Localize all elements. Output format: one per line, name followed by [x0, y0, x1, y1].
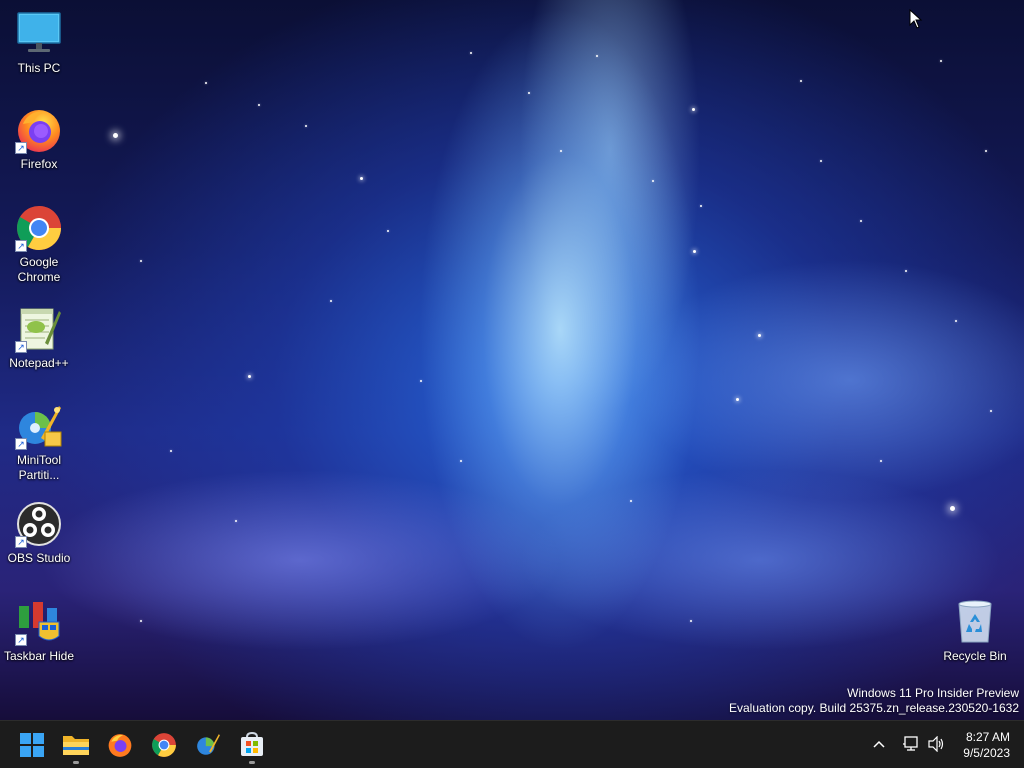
shortcut-arrow-icon: ↗ — [15, 240, 27, 252]
obs-studio-icon: ↗ — [15, 500, 63, 548]
running-indicator — [73, 761, 79, 764]
star — [140, 620, 142, 622]
star — [955, 320, 957, 322]
folder-icon — [63, 736, 89, 755]
star — [652, 180, 654, 182]
star — [528, 92, 530, 94]
firefox-icon — [108, 734, 132, 757]
star — [248, 375, 251, 378]
desktop-icon-taskbar-hide[interactable]: ↗ Taskbar Hide — [1, 598, 77, 664]
desktop-icon-label: Recycle Bin — [943, 649, 1007, 663]
minitool-partition-icon: ↗ — [15, 402, 63, 450]
star — [693, 250, 696, 253]
desktop-icon-label: Taskbar Hide — [3, 649, 75, 663]
taskbar-firefox[interactable] — [100, 725, 140, 765]
star — [985, 150, 987, 152]
desktop-icon-obs-studio[interactable]: ↗ OBS Studio — [1, 500, 77, 566]
star — [990, 410, 992, 412]
notepad-plus-plus-icon: ↗ — [15, 305, 63, 353]
star — [630, 500, 632, 502]
shortcut-arrow-icon: ↗ — [15, 634, 27, 646]
network-button[interactable] — [900, 733, 922, 755]
star — [700, 205, 702, 207]
star — [820, 160, 822, 162]
taskbar-hide-icon: ↗ — [15, 598, 63, 646]
star — [690, 620, 692, 622]
star — [387, 230, 389, 232]
shortcut-arrow-icon: ↗ — [15, 142, 27, 154]
store-icon — [241, 732, 263, 756]
star — [880, 460, 882, 462]
desktop-icon-this-pc[interactable]: This PC — [1, 10, 77, 76]
clock-time: 8:27 AM — [965, 730, 1010, 744]
star — [330, 300, 332, 302]
taskbar-microsoft-store[interactable] — [232, 725, 272, 765]
desktop-icon-label: Firefox — [20, 157, 58, 171]
shortcut-arrow-icon: ↗ — [15, 536, 27, 548]
chrome-icon: ↗ — [15, 204, 63, 252]
star — [860, 220, 862, 222]
windows-logo-icon — [20, 733, 44, 757]
minitool-partition-icon — [197, 734, 220, 755]
star — [140, 260, 142, 262]
watermark-line-1: Windows 11 Pro Insider Preview — [847, 686, 1019, 700]
desktop-icon-label: This PC — [17, 61, 61, 75]
recycle-bin-icon — [951, 598, 999, 646]
desktop-icon-firefox[interactable]: ↗ Firefox — [1, 106, 77, 172]
desktop-icon-label: OBS Studio — [7, 551, 71, 565]
star — [560, 150, 562, 152]
desktop-icon-notepad-plus-plus[interactable]: ↗ Notepad++ — [1, 305, 77, 371]
desktop-icon-label: Google Chrome — [17, 255, 61, 284]
evaluation-watermark: Windows 11 Pro Insider Preview Evaluatio… — [729, 686, 1019, 716]
star — [205, 82, 207, 84]
taskbar: 8:27 AM 9/5/2023 — [0, 720, 1024, 768]
star — [800, 80, 802, 82]
star — [950, 506, 955, 511]
network-icon — [903, 736, 918, 751]
monitor-icon — [15, 10, 63, 58]
star — [758, 334, 761, 337]
star — [258, 104, 260, 106]
desktop-background[interactable]: This PC ↗ Firefox ↗ Google Chrome ↗ Note… — [0, 0, 1024, 720]
clock-button[interactable]: 8:27 AM 9/5/2023 — [963, 729, 1010, 761]
star — [360, 177, 363, 180]
star — [170, 450, 172, 452]
desktop-icon-minitool-partition[interactable]: ↗ MiniTool Partiti... — [1, 402, 77, 483]
chrome-icon — [152, 733, 176, 757]
star — [235, 520, 237, 522]
desktop-icon-recycle-bin[interactable]: Recycle Bin — [937, 598, 1013, 664]
desktop-icon-google-chrome[interactable]: ↗ Google Chrome — [1, 204, 77, 285]
volume-button[interactable] — [925, 733, 947, 755]
mouse-cursor-icon — [909, 9, 923, 29]
firefox-icon: ↗ — [15, 106, 63, 154]
show-hidden-icons-button[interactable] — [868, 733, 890, 755]
star — [460, 460, 462, 462]
star — [905, 270, 907, 272]
star — [305, 125, 307, 127]
star — [940, 60, 942, 62]
start-button[interactable] — [12, 725, 52, 765]
chevron-up-icon — [873, 740, 885, 748]
taskbar-minitool-partition[interactable] — [188, 725, 228, 765]
star — [736, 398, 739, 401]
star — [420, 380, 422, 382]
shortcut-arrow-icon: ↗ — [15, 341, 27, 353]
desktop-icon-label: Notepad++ — [9, 356, 69, 370]
star — [113, 133, 118, 138]
desktop-icon-label: MiniTool Partiti... — [16, 453, 61, 482]
taskbar-file-explorer[interactable] — [56, 725, 96, 765]
speaker-icon — [928, 736, 944, 752]
clock-date: 9/5/2023 — [963, 746, 1010, 760]
taskbar-google-chrome[interactable] — [144, 725, 184, 765]
running-indicator — [249, 761, 255, 764]
shortcut-arrow-icon: ↗ — [15, 438, 27, 450]
watermark-line-2: Evaluation copy. Build 25375.zn_release.… — [729, 701, 1019, 715]
star — [692, 108, 695, 111]
star — [596, 55, 598, 57]
star — [470, 52, 472, 54]
